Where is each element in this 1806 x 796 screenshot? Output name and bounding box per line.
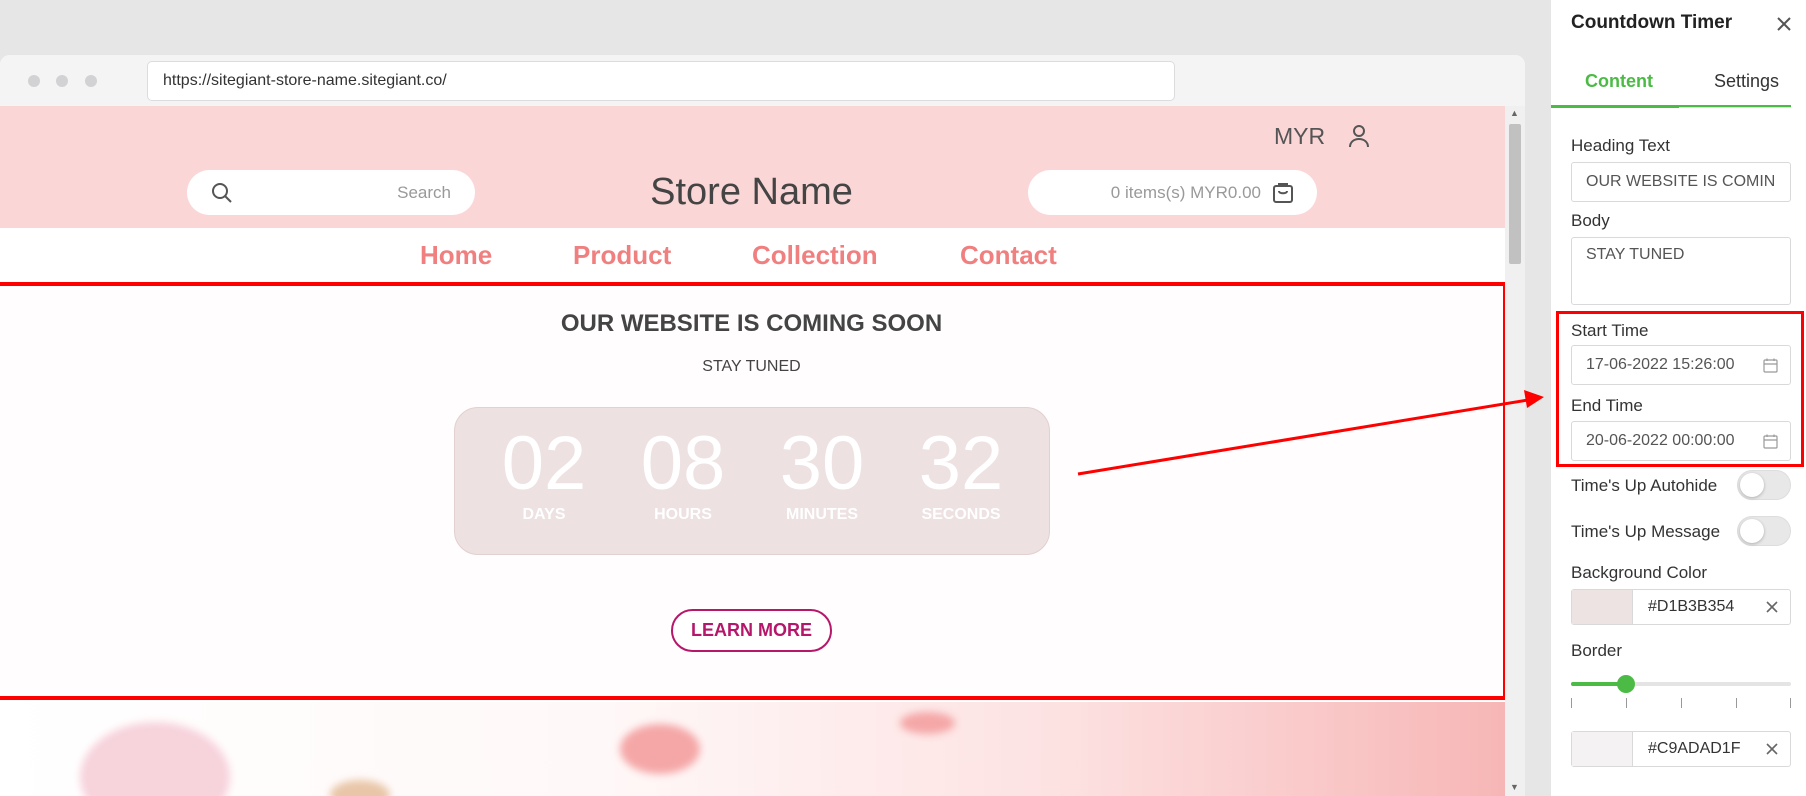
currency-selector[interactable]: MYR <box>1274 123 1325 150</box>
user-icon[interactable] <box>1347 123 1371 149</box>
tab-content[interactable]: Content <box>1585 71 1653 92</box>
active-tab-indicator <box>1551 105 1679 108</box>
border-color-swatch[interactable] <box>1572 732 1633 766</box>
scroll-up-icon[interactable]: ▲ <box>1510 108 1519 118</box>
cart-summary: 0 items(s) MYR0.00 <box>1110 183 1261 202</box>
timer-minutes: 30 MINUTES <box>762 424 882 524</box>
browser-window: https://sitegiant-store-name.sitegiant.c… <box>0 55 1525 796</box>
clear-icon[interactable] <box>1764 599 1780 615</box>
search-bar[interactable]: Search <box>187 170 475 215</box>
scrollbar-thumb[interactable] <box>1509 124 1521 264</box>
nav-product[interactable]: Product <box>573 240 671 271</box>
petal-decoration <box>620 724 700 774</box>
border-label: Border <box>1571 641 1623 660</box>
main-nav: Home Product Collection Contact <box>0 228 1505 280</box>
timer-hours-value: 08 <box>640 421 726 506</box>
stick-decoration <box>330 780 390 796</box>
heading-text-input[interactable]: OUR WEBSITE IS COMIN <box>1571 162 1791 202</box>
timer-days: 02 DAYS <box>484 424 604 524</box>
timer-minutes-value: 30 <box>779 421 865 506</box>
address-bar[interactable]: https://sitegiant-store-name.sitegiant.c… <box>147 61 1175 101</box>
panel-title: Countdown Timer <box>1571 12 1733 33</box>
timer-box: 02 DAYS 08 HOURS 30 MINUTES 32 SECONDS <box>454 407 1050 555</box>
countdown-body: STAY TUNED <box>702 358 801 375</box>
close-icon[interactable] <box>1774 14 1794 34</box>
cart-button[interactable]: 0 items(s) MYR0.00 <box>1028 170 1317 215</box>
hero-banner-image <box>0 702 1505 796</box>
cotton-candy-decoration <box>80 722 230 796</box>
browser-toolbar: https://sitegiant-store-name.sitegiant.c… <box>0 55 1525 106</box>
scroll-down-icon[interactable]: ▼ <box>1510 782 1519 792</box>
timer-minutes-label: MINUTES <box>786 506 858 523</box>
countdown-section[interactable]: OUR WEBSITE IS COMING SOON STAY TUNED 02… <box>0 282 1505 700</box>
learn-more-button[interactable]: LEARN MORE <box>671 609 832 652</box>
autohide-label: Time's Up Autohide <box>1571 476 1718 495</box>
timer-seconds-label: SECONDS <box>921 506 1001 523</box>
background-color-label: Background Color <box>1571 563 1708 582</box>
panel-tabs: Content Settings <box>1551 56 1791 108</box>
slider-tick <box>1571 698 1572 708</box>
slider-tick <box>1626 698 1627 708</box>
nav-home[interactable]: Home <box>420 240 492 271</box>
body-label: Body <box>1571 211 1610 230</box>
timer-days-value: 02 <box>501 421 587 506</box>
heading-text-label: Heading Text <box>1571 136 1670 155</box>
toggle-knob <box>1740 473 1764 497</box>
search-icon <box>212 183 232 203</box>
timer-seconds: 32 SECONDS <box>901 424 1021 524</box>
preview-scrollbar[interactable]: ▲ ▼ <box>1505 106 1525 796</box>
border-slider[interactable] <box>1571 675 1791 693</box>
timer-seconds-value: 32 <box>918 421 1004 506</box>
shopping-bag-icon <box>1273 183 1293 203</box>
slider-tick <box>1681 698 1682 708</box>
window-minimize-dot[interactable] <box>56 75 68 87</box>
tab-settings[interactable]: Settings <box>1714 71 1779 92</box>
timer-days-label: DAYS <box>522 506 566 523</box>
petal-decoration <box>900 712 955 734</box>
border-slider-handle[interactable] <box>1617 675 1635 693</box>
background-color-field[interactable]: #D1B3B354 <box>1571 589 1791 625</box>
window-maximize-dot[interactable] <box>85 75 97 87</box>
slider-tick <box>1736 698 1737 708</box>
background-color-hex: #D1B3B354 <box>1648 598 1735 615</box>
body-textarea[interactable]: STAY TUNED <box>1571 237 1791 305</box>
timer-hours-label: HOURS <box>654 506 712 523</box>
store-preview: MYR Search Store Name 0 items(s) MYR0.00 <box>0 106 1505 796</box>
autohide-toggle[interactable] <box>1737 470 1791 500</box>
window-close-dot[interactable] <box>28 75 40 87</box>
search-placeholder: Search <box>397 183 451 202</box>
background-color-swatch[interactable] <box>1572 590 1633 624</box>
time-fields-highlight <box>1556 311 1804 467</box>
border-color-hex: #C9ADAD1F <box>1648 740 1741 757</box>
store-header: MYR Search Store Name 0 items(s) MYR0.00 <box>0 106 1505 228</box>
tab-divider <box>1679 105 1791 107</box>
message-toggle[interactable] <box>1737 516 1791 546</box>
clear-icon[interactable] <box>1764 741 1780 757</box>
nav-collection[interactable]: Collection <box>752 240 878 271</box>
timer-hours: 08 HOURS <box>623 424 743 524</box>
nav-contact[interactable]: Contact <box>960 240 1057 271</box>
countdown-heading: OUR WEBSITE IS COMING SOON <box>560 310 943 337</box>
store-name[interactable]: Store Name <box>550 171 953 214</box>
slider-tick <box>1790 698 1791 708</box>
border-color-field[interactable]: #C9ADAD1F <box>1571 731 1791 767</box>
toggle-knob <box>1740 519 1764 543</box>
message-label: Time's Up Message <box>1571 522 1721 541</box>
